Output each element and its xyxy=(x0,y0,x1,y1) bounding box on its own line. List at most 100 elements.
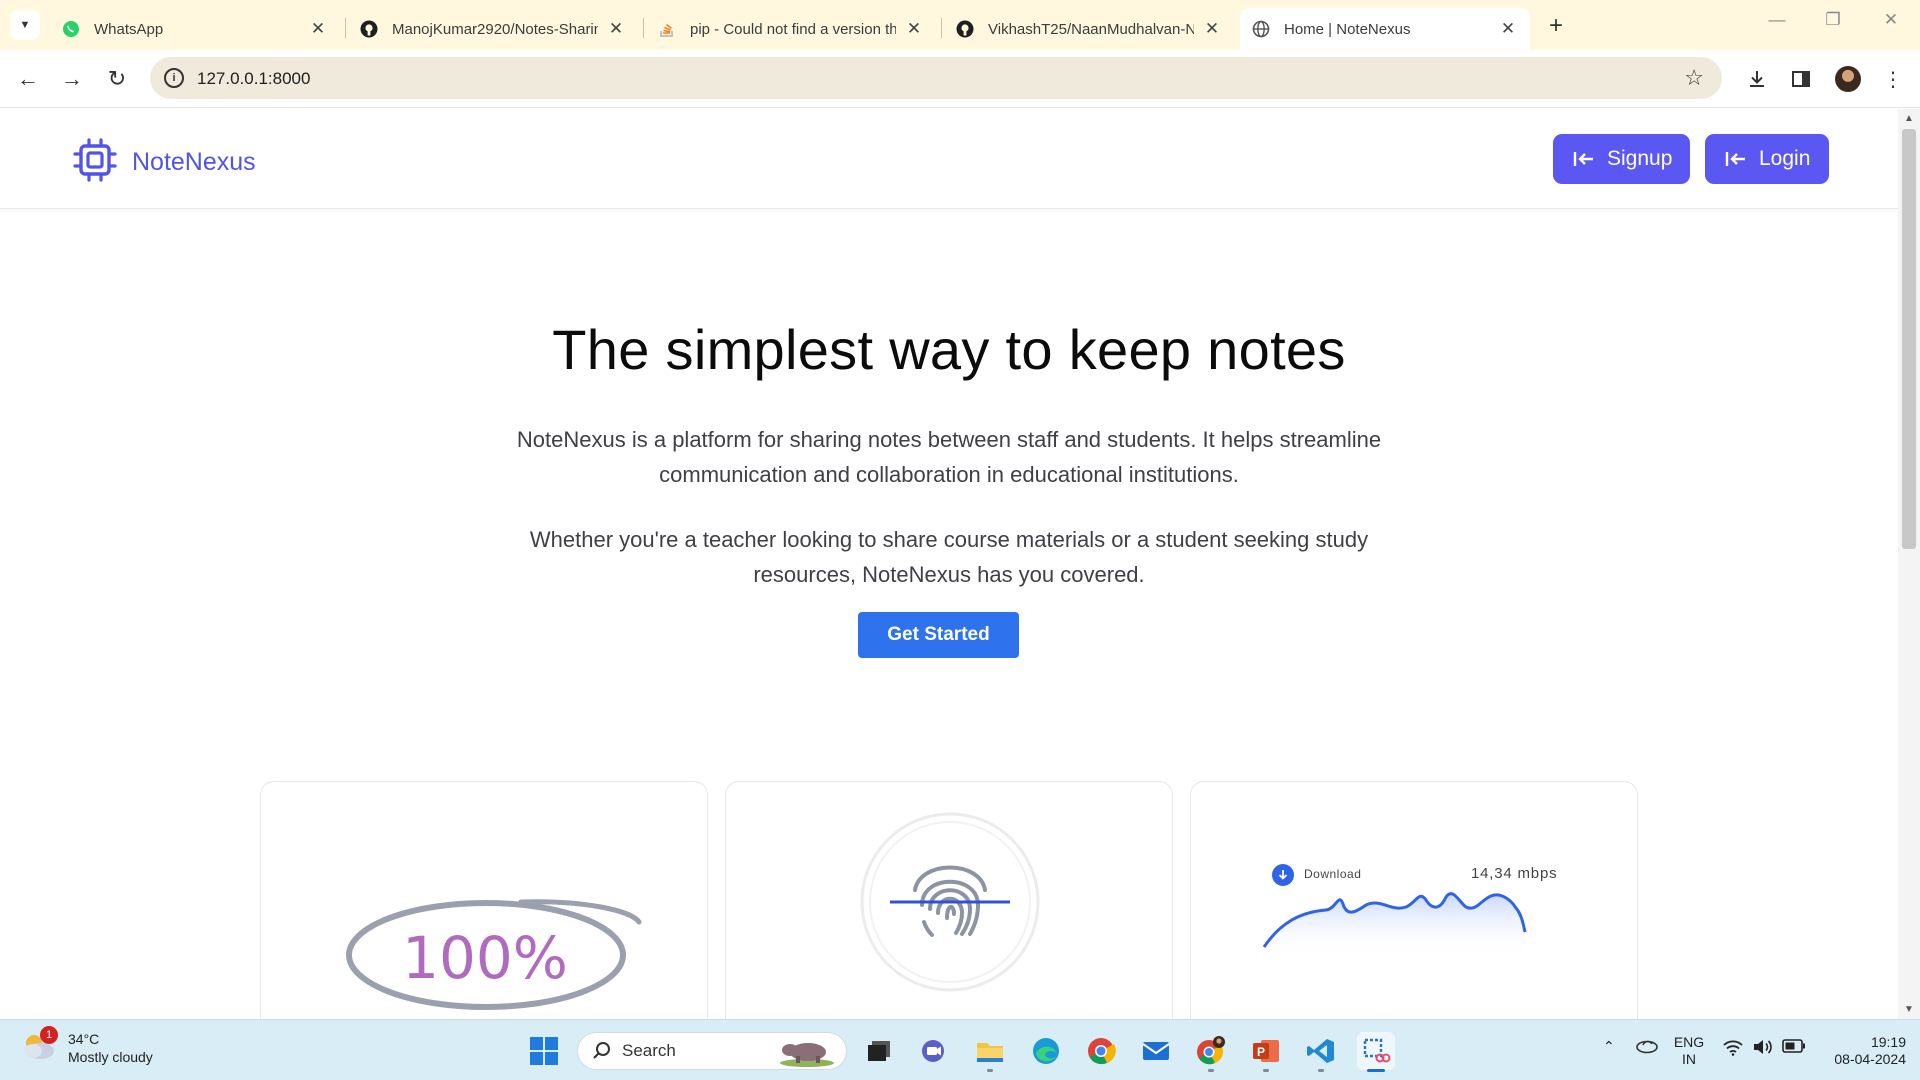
vscode-icon[interactable] xyxy=(1302,1032,1340,1072)
site-header: NoteNexus Signup Login xyxy=(0,109,1898,209)
tab-title: Home | NoteNexus xyxy=(1284,20,1411,38)
search-icon xyxy=(592,1041,612,1061)
tab-title: ManojKumar2920/Notes-Sharin xyxy=(392,20,598,38)
search-label: Search xyxy=(622,1041,676,1060)
brand-name: NoteNexus xyxy=(132,148,256,176)
svg-text:P: P xyxy=(1257,1045,1265,1059)
hero-title: The simplest way to keep notes xyxy=(552,318,1346,381)
tab-stackoverflow[interactable]: pip - Could not find a version th ✕ xyxy=(646,8,936,50)
edge-browser-icon[interactable] xyxy=(1027,1032,1065,1070)
search-highlight-hippo-icon xyxy=(778,1037,836,1072)
running-indicator xyxy=(1263,1069,1269,1072)
close-icon[interactable]: ✕ xyxy=(904,19,924,39)
running-indicator xyxy=(1318,1069,1324,1072)
task-view-icon[interactable] xyxy=(860,1032,898,1070)
language-indicator[interactable]: ENG IN xyxy=(1672,1034,1706,1068)
arrow-left-bar-icon xyxy=(1573,150,1595,168)
address-bar[interactable]: i 127.0.0.1:8000 ☆ xyxy=(150,57,1722,99)
mail-icon[interactable] xyxy=(1137,1032,1175,1070)
reload-icon[interactable]: ↻ xyxy=(102,64,132,94)
chrome-icon[interactable] xyxy=(1082,1032,1120,1070)
percent-value: 100% xyxy=(402,924,568,992)
close-icon[interactable]: ✕ xyxy=(1202,19,1222,39)
alert-badge: 1 xyxy=(40,1026,58,1044)
hero-subdescription: Whether you're a teacher looking to shar… xyxy=(529,527,1369,587)
close-icon[interactable]: ✕ xyxy=(308,19,328,39)
github-icon xyxy=(360,20,378,38)
close-icon[interactable]: ✕ xyxy=(1498,19,1518,39)
scroll-up-icon[interactable]: ▲ xyxy=(1898,113,1920,124)
scroll-thumb[interactable] xyxy=(1902,129,1916,549)
tab-github-naanmudhalvan[interactable]: VikhashT25/NaanMudhalvan-N ✕ xyxy=(944,8,1234,50)
brand[interactable]: NoteNexus xyxy=(72,137,256,188)
whatsapp-icon xyxy=(62,20,80,38)
globe-icon xyxy=(1252,20,1270,38)
onedrive-sync-icon[interactable] xyxy=(1635,1036,1659,1058)
windows-start-icon[interactable] xyxy=(525,1032,563,1070)
hero-description: NoteNexus is a platform for sharing note… xyxy=(516,427,1382,487)
get-started-button[interactable]: Get Started xyxy=(858,612,1019,658)
signup-button[interactable]: Signup xyxy=(1553,134,1690,184)
feature-card-download: Download 14,34 mbps xyxy=(1190,781,1638,1019)
tab-github-notes[interactable]: ManojKumar2920/Notes-Sharin ✕ xyxy=(348,8,638,50)
clock-time: 19:19 xyxy=(1870,1034,1906,1050)
speed-graph xyxy=(1262,892,1527,957)
tab-title: WhatsApp xyxy=(94,20,164,38)
forward-icon[interactable]: → xyxy=(57,64,87,94)
browser-toolbar: ← → ↻ i 127.0.0.1:8000 ☆ ⋮ xyxy=(0,50,1920,108)
clock-date: 08-04-2024 xyxy=(1834,1051,1906,1067)
snipping-tool-icon[interactable] xyxy=(1357,1032,1395,1072)
tab-divider xyxy=(941,18,942,38)
bookmark-star-icon[interactable]: ☆ xyxy=(1684,65,1704,91)
minimize-icon[interactable]: — xyxy=(1762,10,1792,30)
new-tab-button[interactable]: + xyxy=(1543,12,1569,40)
login-button[interactable]: Login xyxy=(1705,134,1829,184)
tab-divider xyxy=(345,18,346,38)
stackoverflow-icon xyxy=(658,20,676,38)
arrow-left-bar-icon xyxy=(1725,150,1747,168)
teams-meet-icon[interactable] xyxy=(915,1032,953,1070)
file-explorer-icon[interactable] xyxy=(971,1032,1009,1072)
chevron-up-icon[interactable]: ⌃ xyxy=(1603,1038,1615,1055)
volume-icon[interactable] xyxy=(1752,1038,1774,1060)
kebab-menu-icon[interactable]: ⋮ xyxy=(1878,64,1908,94)
browser-tab-strip: ▼ WhatsApp ✕ ManojKumar2920/Notes-Sharin… xyxy=(0,0,1920,50)
window-close-icon[interactable]: ✕ xyxy=(1876,10,1906,30)
side-panel-icon[interactable] xyxy=(1786,64,1816,94)
taskbar-search-input[interactable]: Search xyxy=(577,1032,847,1070)
battery-icon[interactable] xyxy=(1782,1039,1806,1057)
restore-icon[interactable]: ❐ xyxy=(1818,10,1848,30)
tab-divider xyxy=(643,18,644,38)
powerpoint-icon[interactable]: P xyxy=(1247,1032,1285,1072)
weather-temperature: 34°C xyxy=(68,1031,100,1047)
site-info-icon[interactable]: i xyxy=(164,68,184,88)
wifi-icon[interactable] xyxy=(1722,1038,1744,1060)
avatar xyxy=(1835,66,1861,92)
login-label: Login xyxy=(1759,147,1811,170)
language-code: ENG xyxy=(1673,1034,1705,1050)
page-scrollbar[interactable]: ▲ ▼ xyxy=(1898,109,1920,1019)
url-text[interactable]: 127.0.0.1:8000 xyxy=(197,69,310,89)
download-icon[interactable] xyxy=(1742,64,1772,94)
tab-search-button[interactable]: ▼ xyxy=(10,10,40,40)
github-icon xyxy=(956,20,974,38)
feature-card-percent: 100% xyxy=(260,781,708,1019)
region-code: IN xyxy=(1682,1051,1696,1067)
signup-label: Signup xyxy=(1607,147,1673,170)
tab-whatsapp[interactable]: WhatsApp ✕ xyxy=(50,8,340,50)
weather-widget[interactable]: 1 34°C Mostly cloudy xyxy=(20,1026,153,1066)
back-icon[interactable]: ← xyxy=(13,64,43,94)
tab-title: pip - Could not find a version th xyxy=(690,20,896,38)
chrome-profile-icon[interactable] xyxy=(1192,1032,1230,1072)
running-indicator xyxy=(1208,1069,1214,1072)
active-indicator xyxy=(1367,1069,1385,1072)
feature-card-fingerprint xyxy=(725,781,1173,1019)
scroll-down-icon[interactable]: ▼ xyxy=(1898,1004,1920,1015)
clock[interactable]: 19:19 08-04-2024 xyxy=(1818,1034,1906,1068)
profile-avatar[interactable] xyxy=(1833,64,1863,94)
weather-description: Mostly cloudy xyxy=(68,1049,153,1065)
chevron-down-icon: ▼ xyxy=(19,19,31,31)
tab-notenexus[interactable]: Home | NoteNexus ✕ xyxy=(1240,8,1530,50)
windows-taskbar: 1 34°C Mostly cloudy Search P ⌃ ENG IN 1… xyxy=(0,1019,1920,1080)
close-icon[interactable]: ✕ xyxy=(606,19,626,39)
